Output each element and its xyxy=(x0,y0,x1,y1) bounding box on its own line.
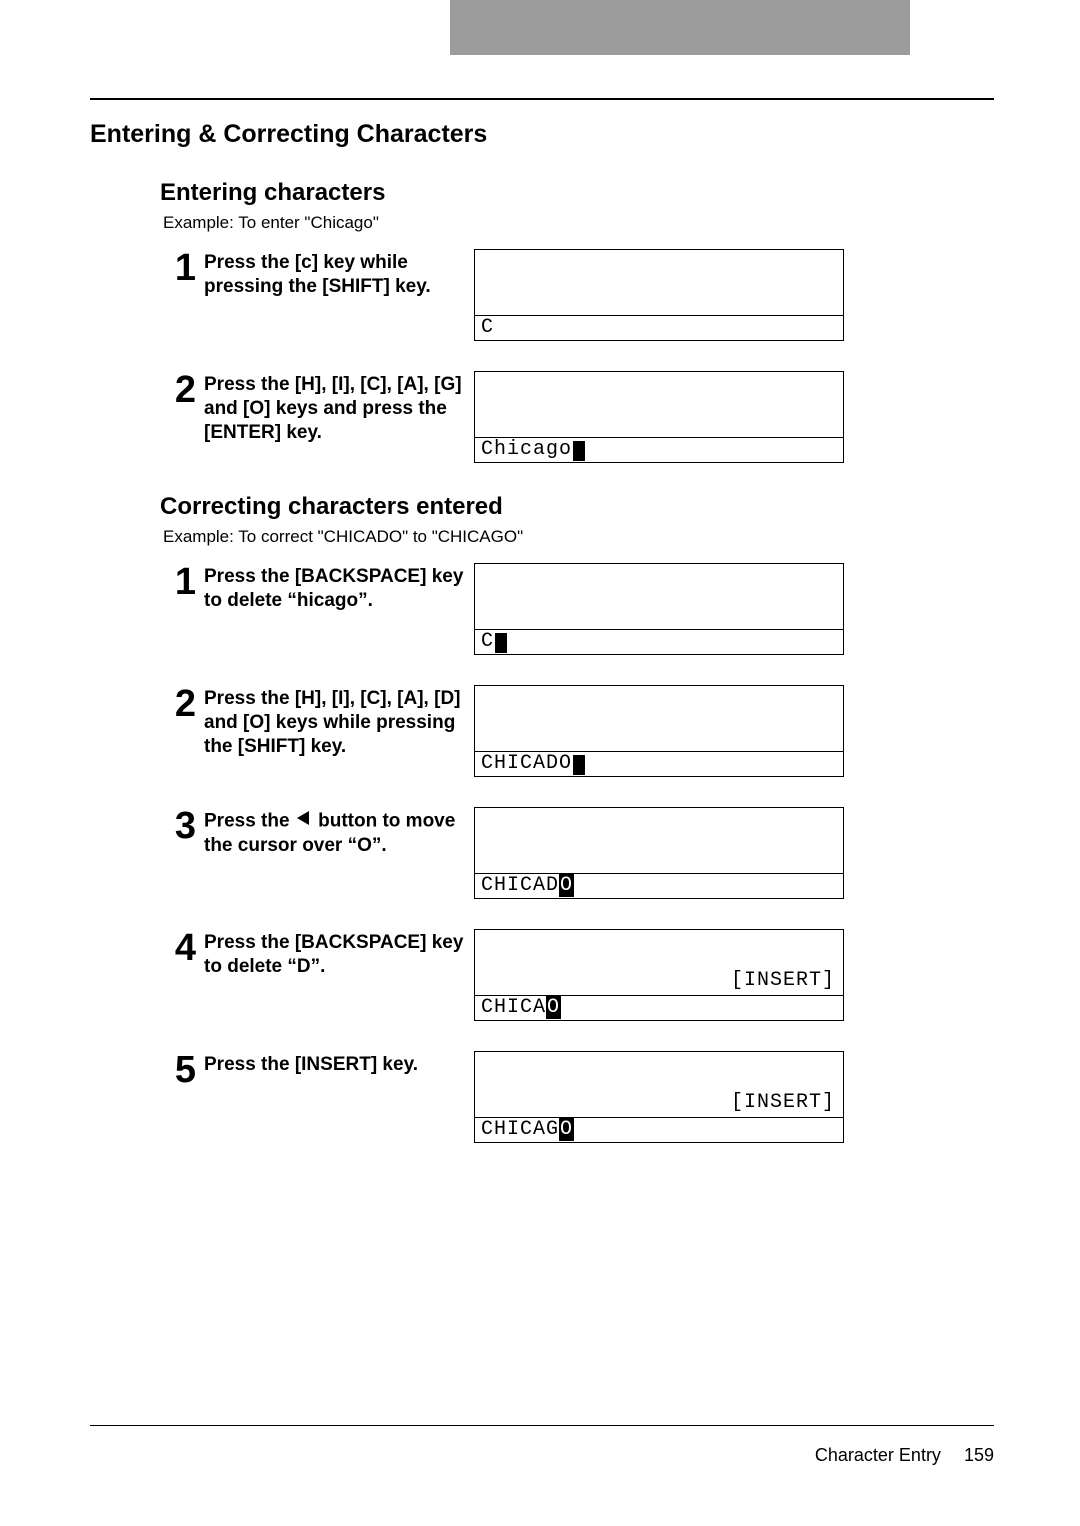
cursor-block-icon xyxy=(573,441,585,461)
display-pre: C xyxy=(481,316,494,339)
step-instruction: Press the [BACKSPACE] key to delete “D”. xyxy=(204,929,464,979)
display-pre: CHICAG xyxy=(481,1118,559,1141)
section-title: Entering & Correcting Characters xyxy=(90,120,1000,149)
step-instruction: Press the button to move the cursor over… xyxy=(204,807,464,858)
step-number: 1 xyxy=(146,563,204,601)
lcd-display: [INSERT] CHICAO xyxy=(474,929,844,1021)
step-instruction: Press the [H], [I], [C], [A], [D] and [O… xyxy=(204,685,464,758)
lcd-display: Chicago xyxy=(474,371,844,463)
display-right-label: [INSERT] xyxy=(731,969,835,992)
display-rule xyxy=(475,629,843,630)
step-text-pre: Press the xyxy=(204,810,295,831)
bottom-rule xyxy=(90,1425,994,1426)
page: Entering & Correcting Characters Enterin… xyxy=(0,0,1080,1526)
top-rule xyxy=(90,98,994,100)
display-text: CHICADO xyxy=(481,874,574,897)
display-pre: CHICADO xyxy=(481,752,572,775)
display-text: C xyxy=(481,316,494,339)
step-row: 2 Press the [H], [I], [C], [A], [G] and … xyxy=(90,371,1000,463)
display-pre: CHICA xyxy=(481,996,546,1019)
display-pre: Chicago xyxy=(481,438,572,461)
display-pre: CHICAD xyxy=(481,874,559,897)
step-number: 2 xyxy=(146,685,204,723)
step-row: 4 Press the [BACKSPACE] key to delete “D… xyxy=(90,929,1000,1021)
highlight-char: O xyxy=(559,874,574,897)
step-row: 1 Press the [c] key while pressing the [… xyxy=(90,249,1000,341)
lcd-display: [INSERT] CHICAGO xyxy=(474,1051,844,1143)
step-number: 5 xyxy=(146,1051,204,1089)
display-text: CHICAO xyxy=(481,996,561,1019)
correcting-example: Example: To correct "CHICADO" to "CHICAG… xyxy=(163,527,1000,547)
lcd-display: C xyxy=(474,249,844,341)
step-number: 3 xyxy=(146,807,204,845)
step-row: 5 Press the [INSERT] key. [INSERT] CHICA… xyxy=(90,1051,1000,1143)
step-number: 2 xyxy=(146,371,204,409)
lcd-display: C xyxy=(474,563,844,655)
header-band xyxy=(450,0,910,55)
correcting-heading: Correcting characters entered xyxy=(160,493,1000,521)
highlight-char: O xyxy=(559,1118,574,1141)
step-instruction: Press the [H], [I], [C], [A], [G] and [O… xyxy=(204,371,464,444)
display-pre: C xyxy=(481,630,494,653)
step-row: 1 Press the [BACKSPACE] key to delete “h… xyxy=(90,563,1000,655)
step-number: 4 xyxy=(146,929,204,967)
entering-heading: Entering characters xyxy=(160,179,1000,207)
display-text: C xyxy=(481,630,507,653)
display-text: Chicago xyxy=(481,438,585,461)
display-text: CHICADO xyxy=(481,752,585,775)
display-right-label: [INSERT] xyxy=(731,1091,835,1114)
step-instruction: Press the [INSERT] key. xyxy=(204,1051,464,1077)
step-row: 2 Press the [H], [I], [C], [A], [D] and … xyxy=(90,685,1000,777)
step-instruction: Press the [BACKSPACE] key to delete “hic… xyxy=(204,563,464,613)
content: Entering & Correcting Characters Enterin… xyxy=(90,110,1000,1173)
display-rule xyxy=(475,315,843,316)
entering-example: Example: To enter "Chicago" xyxy=(163,213,1000,233)
step-row: 3 Press the button to move the cursor ov… xyxy=(90,807,1000,899)
step-instruction: Press the [c] key while pressing the [SH… xyxy=(204,249,464,299)
cursor-block-icon xyxy=(573,755,585,775)
display-text: CHICAGO xyxy=(481,1118,574,1141)
footer-label: Character Entry xyxy=(815,1445,941,1465)
lcd-display: CHICADO xyxy=(474,807,844,899)
page-number: 159 xyxy=(964,1445,994,1465)
highlight-char: O xyxy=(546,996,561,1019)
lcd-display: CHICADO xyxy=(474,685,844,777)
left-arrow-icon xyxy=(295,809,313,834)
footer: Character Entry 159 xyxy=(815,1445,994,1466)
step-number: 1 xyxy=(146,249,204,287)
cursor-block-icon xyxy=(495,633,507,653)
